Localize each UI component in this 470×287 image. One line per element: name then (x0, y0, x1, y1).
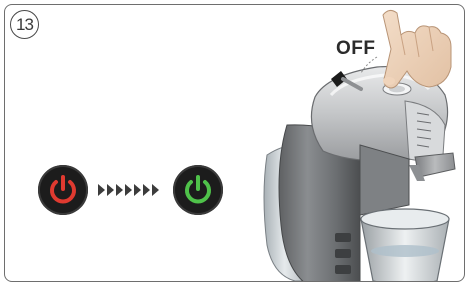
illustration-frame: 13 OFF (4, 4, 465, 282)
coffee-machine-illustration (263, 9, 456, 281)
